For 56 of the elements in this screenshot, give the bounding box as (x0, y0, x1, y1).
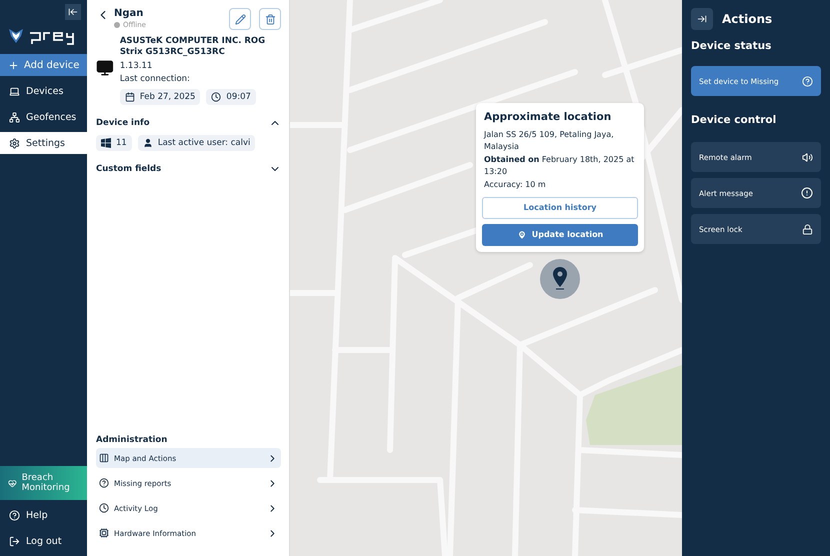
device-model: ASUSTeK COMPUTER INC. ROG Strix G513RC_G513RC (120, 36, 266, 59)
pin-icon (516, 230, 527, 240)
nav-item[interactable]: Settings (0, 132, 87, 154)
location-history-button[interactable]: Location history (482, 196, 638, 219)
plus-icon (8, 60, 19, 70)
section-title: Administration (96, 435, 168, 445)
expand-button[interactable] (691, 8, 713, 30)
section-title: Device control (691, 114, 778, 126)
nav-item[interactable]: Log out (0, 530, 87, 552)
help-icon (99, 478, 109, 488)
geofence-icon (9, 112, 20, 122)
location-pin-icon (540, 259, 580, 299)
chip-icon (99, 528, 109, 538)
alert-icon (801, 187, 813, 199)
heart-pulse-icon (8, 478, 17, 488)
section-title: Device status (691, 40, 772, 52)
help-icon (802, 76, 813, 86)
info-chip: Last active user: calvi (138, 134, 256, 151)
update-location-button[interactable]: Update location (482, 224, 638, 246)
add-device-button[interactable]: Add device (0, 54, 87, 76)
lock-icon (802, 224, 813, 234)
map-icon (99, 453, 109, 463)
trash-icon (264, 14, 276, 24)
collapse-button[interactable] (65, 4, 81, 20)
panel-title: Actions (722, 12, 772, 26)
breach-monitoring-button[interactable]: Breach Monitoring (0, 466, 87, 500)
calendar-icon (124, 92, 135, 102)
help-icon (9, 510, 20, 520)
speaker-icon (802, 152, 813, 162)
time-chip: 09:07 (206, 88, 256, 105)
settings-icon (9, 138, 20, 148)
location-address: Jalan SS 26/5 109, Petaling Jaya, Malaysia (484, 129, 615, 154)
delete-button[interactable] (259, 8, 281, 30)
date-chip: Feb 27, 2025 (120, 88, 200, 105)
clock-icon (211, 92, 222, 102)
expand-icon (697, 14, 707, 24)
section-header[interactable]: Custom fields (96, 162, 281, 175)
accuracy-text: Accuracy: 10 m (484, 178, 547, 191)
windows-icon (101, 138, 111, 148)
section-header[interactable]: Device info (96, 116, 281, 129)
pencil-icon (234, 14, 246, 24)
info-chip: 11 (96, 134, 132, 151)
device-name: Ngan (114, 8, 144, 19)
nav-item[interactable]: Devices (0, 80, 87, 102)
clock-icon (99, 503, 109, 513)
popup-title: Approximate location (484, 111, 612, 123)
nav-item[interactable]: Help (0, 504, 87, 526)
logo-icon (8, 26, 74, 46)
obtained-date: Obtained on February 18th, 2025 at 13:20 (484, 154, 636, 178)
nav-item[interactable]: Geofences (0, 106, 87, 128)
user-icon (142, 138, 153, 148)
logout-icon (9, 536, 20, 546)
edit-button[interactable] (229, 8, 251, 30)
agent-version: 1.13.11 (120, 60, 154, 72)
last-connection-label: Last connection: (120, 74, 191, 86)
collapse-icon (68, 7, 78, 17)
